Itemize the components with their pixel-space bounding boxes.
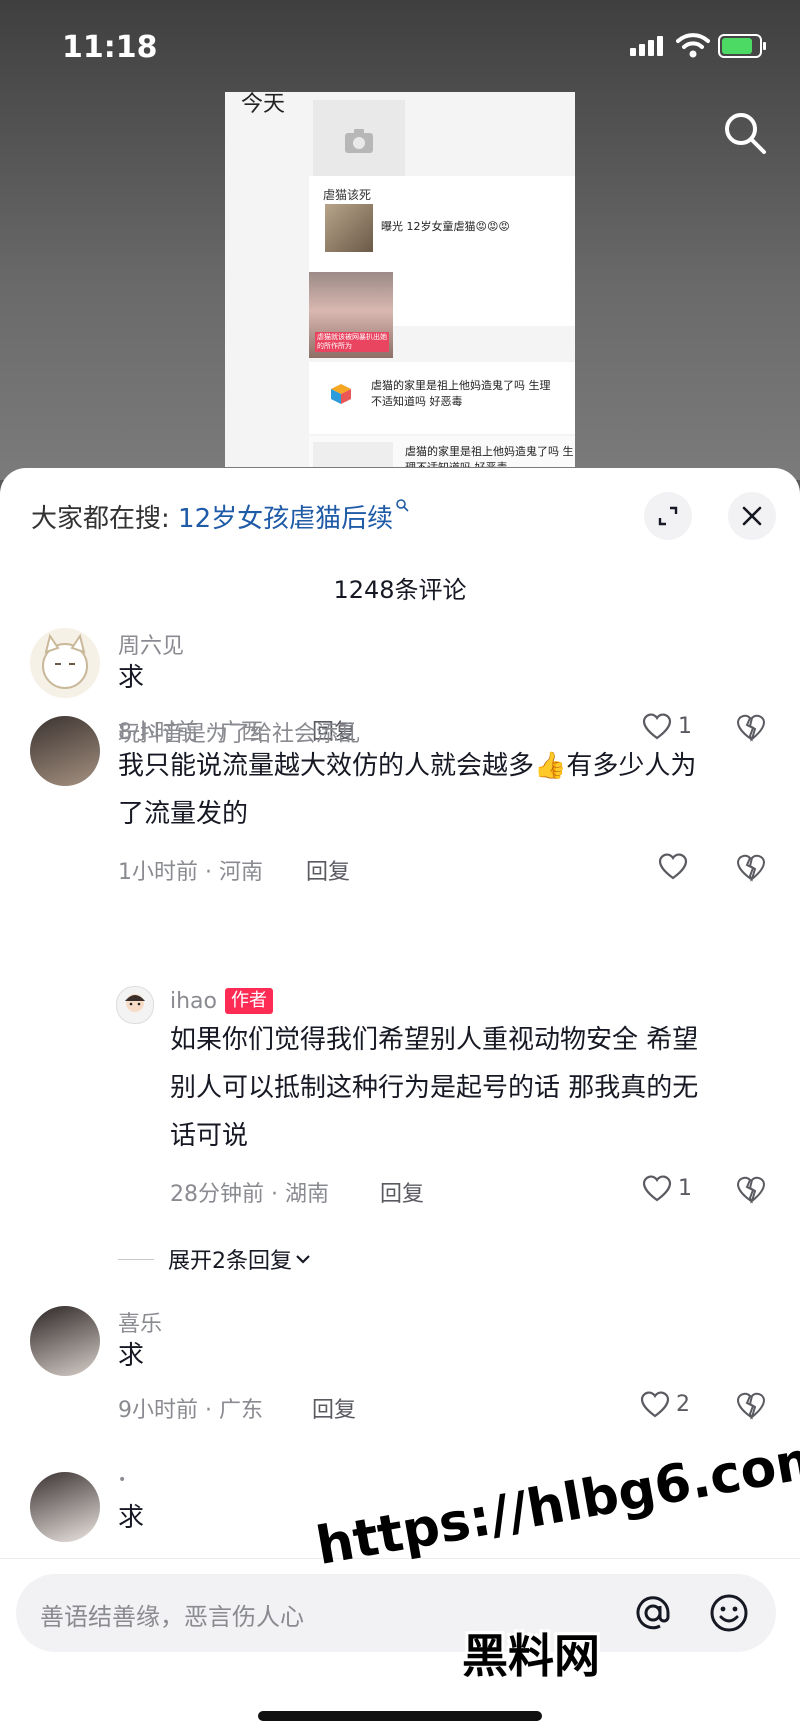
like-count: 1 [678,713,692,739]
divider-line [118,1258,154,1260]
expand-button[interactable] [644,492,692,540]
close-button[interactable] [728,492,776,540]
emoji-icon[interactable] [706,1590,752,1636]
comment-sheet: 大家都在搜: 12岁女孩虐猫后续 1248条评论 周六见 求 8小时前 · 广西… [0,468,800,1733]
hot-search-prefix: 大家都在搜: [31,504,170,534]
dislike-icon[interactable] [736,1390,766,1420]
comment-text-line: 了流量发的 [118,799,249,829]
comment-meta: 9小时前 · 广东 [118,1398,263,1423]
comment-text-line: 我只能说流量越大效仿的人就会越多👍有多少人为 [118,751,697,781]
status-time: 11:18 [62,30,158,65]
reply-username[interactable]: ihao 作者 [170,988,273,1014]
comment-meta: 1小时前 · 河南 [118,860,263,885]
search-icon[interactable] [722,110,768,156]
comment-text-line: 别人可以抵制这种行为是起号的话 那我真的无 [170,1073,699,1103]
avatar[interactable] [30,1306,100,1376]
preview-card-text: 曝光 12岁女童虐猫😡😡😡 [381,220,510,233]
comment-text-line: 如果你们觉得我们希望别人重视动物安全 希望 [170,1025,699,1055]
like-button[interactable]: 1 [642,712,692,740]
reply-button[interactable]: 回复 [380,1176,424,1208]
like-count: 1 [678,1175,692,1201]
close-icon [742,506,762,526]
preview-thumbnail [325,204,373,252]
heart-icon [642,713,672,740]
preview-card-text: 虐猫的家里是祖上他妈造鬼了吗 生理不适知道吗 好恶毒 [371,379,551,408]
watermark-url-text: https://hlbg6.com [312,1427,800,1578]
expand-replies-button[interactable]: 展开2条回复 [118,1243,314,1275]
battery-icon [718,34,766,58]
dislike-icon[interactable] [736,712,766,742]
comment-text: 求 [118,663,145,693]
dislike-icon[interactable] [736,852,766,882]
watermark-url: https://hlbg6.com [312,1428,800,1577]
dislike-icon[interactable] [736,1174,766,1204]
expand-replies-label: 展开2条回复 [168,1249,292,1274]
avatar[interactable] [116,986,154,1024]
preview-card-text: 虐猫的家里是祖上他妈造鬼了吗 生理不适知道吗 好恶毒 [405,445,574,467]
preview-girl-image: 虐猫就该被网暴扒出她的所作所为 [309,272,393,358]
avatar[interactable] [30,1472,100,1542]
home-indicator[interactable] [258,1711,542,1721]
hot-search-bar[interactable]: 大家都在搜: 12岁女孩虐猫后续 [31,498,409,535]
comment-username[interactable]: • [118,1472,126,1488]
like-button[interactable]: 1 [642,1174,692,1202]
comment-text: 求 [118,1341,145,1371]
comment-count: 1248条评论 [333,576,467,604]
video-preview[interactable]: 今天 虐猫该死 曝光 12岁女童虐猫😡😡😡 虐猫就该被网暴扒出她的所作所为 虐猫… [225,92,575,467]
expand-icon [658,506,678,526]
preview-card: 虐猫的家里是祖上他妈造鬼了吗 生理不适知道吗 好恶毒 [309,436,575,467]
wifi-icon [676,33,710,58]
reply-username-text: ihao [170,989,217,1014]
preview-card: 虐猫的家里是祖上他妈造鬼了吗 生理不适知道吗 好恶毒 [309,362,575,434]
comment-text-line: 话可说 [170,1121,249,1151]
chevron-down-icon [296,1255,310,1264]
mention-icon[interactable] [630,1590,676,1636]
cellular-signal-icon [630,36,663,56]
like-button[interactable]: 2 [640,1390,690,1418]
like-count: 2 [676,1391,690,1417]
avatar[interactable] [30,628,100,698]
reply-button[interactable]: 回复 [312,1392,356,1424]
preview-mini-thumbnail [313,442,393,467]
search-icon [396,499,409,512]
author-badge: 作者 [225,988,273,1014]
preview-today-label: 今天 [241,92,286,117]
camera-icon [313,100,405,182]
hot-search-keyword[interactable]: 12岁女孩虐猫后续 [178,504,393,534]
avatar[interactable] [30,716,100,786]
preview-girl-caption: 虐猫就该被网暴扒出她的所作所为 [315,332,389,352]
heart-icon [642,1175,672,1202]
status-bar: 11:18 [0,0,800,96]
comment-input-placeholder: 善语结善缘，恶言伤人心 [40,1603,304,1631]
heart-icon [640,1391,670,1418]
heart-icon [658,853,688,880]
cube-icon [331,384,351,404]
comment-meta: 28分钟前 · 湖南 [170,1182,329,1207]
input-divider [0,1558,800,1559]
like-button[interactable] [658,852,694,880]
preview-card-title: 虐猫该死 [323,188,372,202]
comment-text: 求 [118,1503,145,1533]
reply-button[interactable]: 回复 [306,854,350,886]
